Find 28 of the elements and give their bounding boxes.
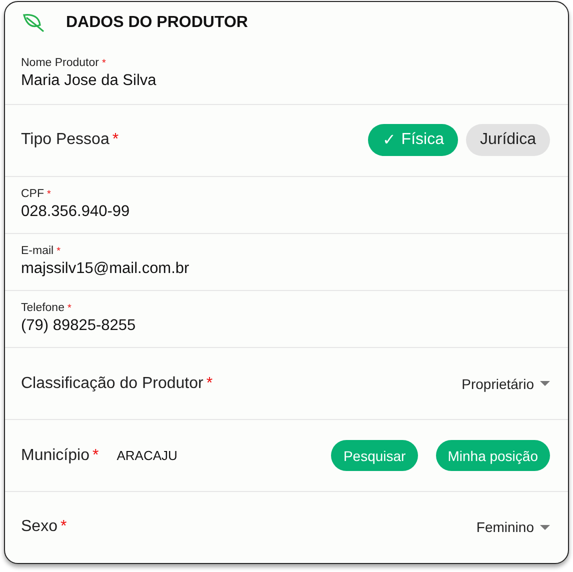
- field-label: CPF: [21, 188, 44, 200]
- required-mark: *: [112, 131, 119, 150]
- input-field[interactable]: 028.356.940-99: [21, 203, 130, 222]
- city-value: ARACAJU: [116, 448, 178, 464]
- required-mark: *: [56, 246, 60, 258]
- field-label: Classificação do Produtor: [21, 374, 204, 393]
- required-mark: *: [102, 58, 106, 70]
- input-field[interactable]: majssilv15@mail.com.br: [21, 260, 190, 278]
- required-mark: *: [67, 303, 72, 314]
- input-field[interactable]: (79) 89825-8255: [21, 317, 136, 336]
- section-title: DADOS DO PRODUTOR: [66, 14, 248, 32]
- field-label: Tipo Pessoa: [21, 131, 110, 150]
- caret-icon: [540, 381, 550, 386]
- field-label: E-mail: [21, 245, 54, 258]
- required-mark: *: [47, 189, 51, 200]
- required-mark: *: [60, 518, 67, 536]
- dropdown[interactable]: Proprietário: [462, 376, 550, 392]
- field-label: Telefone: [21, 302, 64, 314]
- field-label: Município: [21, 446, 90, 465]
- required-mark: *: [92, 446, 99, 465]
- field-label: Sexo: [21, 518, 58, 536]
- caret-icon: [540, 524, 550, 530]
- choice-chip[interactable]: Jurídica: [466, 124, 550, 156]
- input-field[interactable]: Maria Jose da Silva: [21, 72, 156, 90]
- dropdown[interactable]: Feminino: [476, 519, 550, 536]
- field-label: Nome Produtor: [21, 57, 99, 70]
- leaf-icon: [22, 13, 44, 34]
- required-mark: *: [206, 374, 213, 393]
